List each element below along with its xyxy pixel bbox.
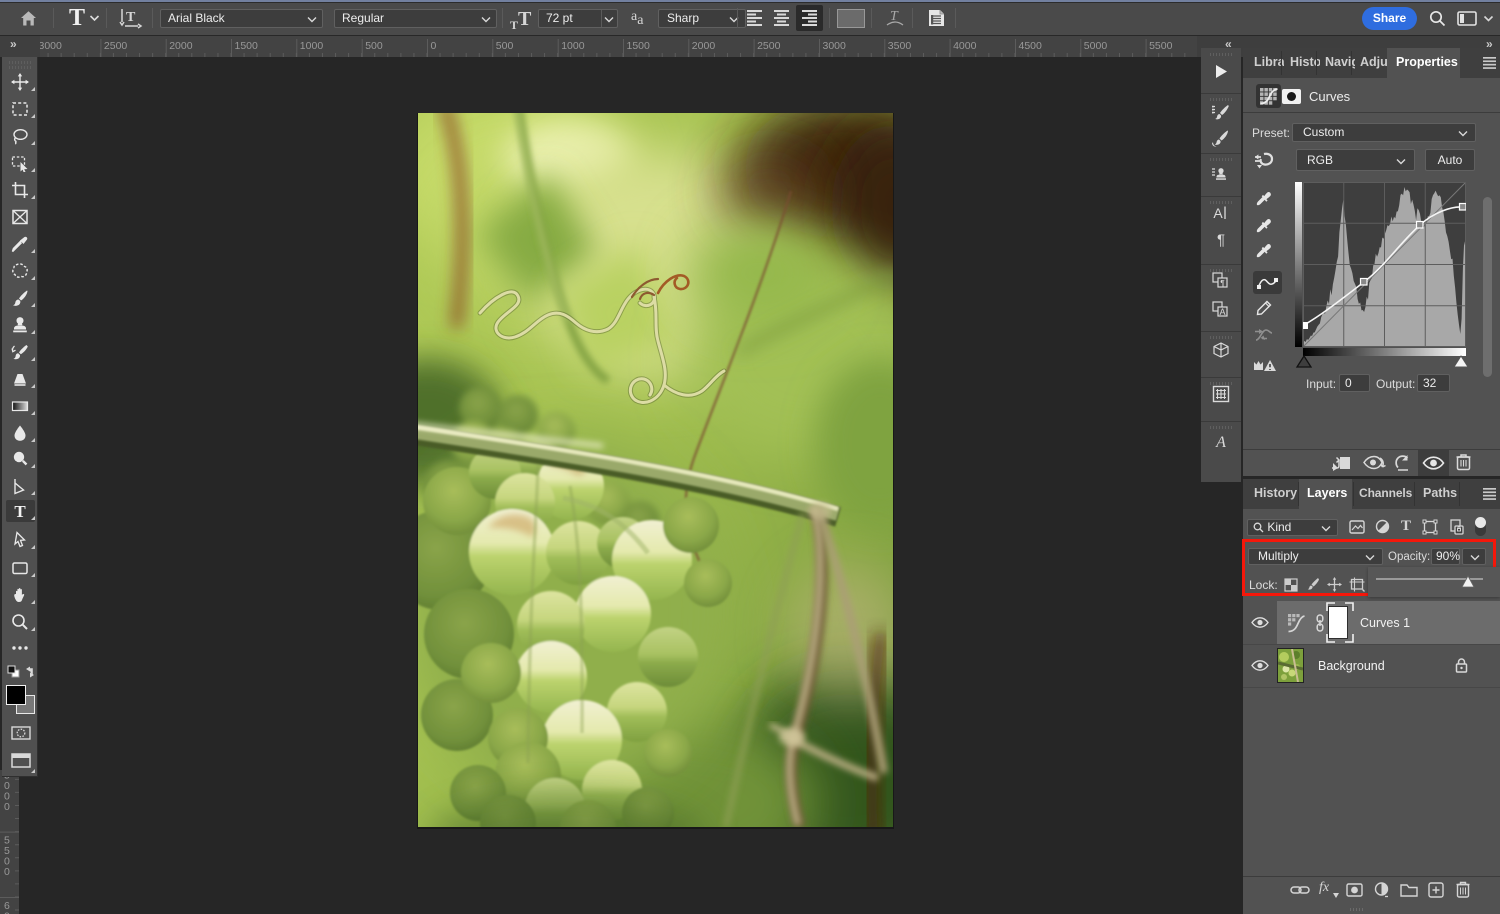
svg-text:0: 0 bbox=[431, 40, 437, 52]
svg-text:3000: 3000 bbox=[823, 40, 847, 52]
svg-text:A: A bbox=[1219, 307, 1225, 317]
svg-text:3500: 3500 bbox=[888, 40, 912, 52]
svg-text:5500: 5500 bbox=[1149, 40, 1173, 52]
svg-text:2000: 2000 bbox=[169, 40, 193, 52]
svg-text:0: 0 bbox=[4, 866, 10, 878]
svg-text:0: 0 bbox=[4, 801, 10, 813]
svg-text:0: 0 bbox=[4, 911, 10, 914]
svg-text:3000: 3000 bbox=[40, 40, 62, 52]
svg-text:¶: ¶ bbox=[1220, 278, 1225, 288]
svg-text:1000: 1000 bbox=[300, 40, 324, 52]
svg-text:500: 500 bbox=[365, 40, 383, 52]
svg-text:A: A bbox=[1213, 205, 1223, 221]
svg-text:¶: ¶ bbox=[1217, 232, 1225, 249]
svg-text:T: T bbox=[14, 502, 26, 520]
svg-text:T: T bbox=[126, 10, 136, 25]
svg-text:2000: 2000 bbox=[692, 40, 716, 52]
svg-text:1500: 1500 bbox=[627, 40, 651, 52]
svg-text:2500: 2500 bbox=[104, 40, 128, 52]
svg-text:1000: 1000 bbox=[561, 40, 585, 52]
svg-text:A: A bbox=[1215, 434, 1226, 451]
svg-text:5000: 5000 bbox=[1084, 40, 1108, 52]
svg-text:4500: 4500 bbox=[1019, 40, 1043, 52]
svg-text:1500: 1500 bbox=[235, 40, 259, 52]
svg-text:2500: 2500 bbox=[757, 40, 781, 52]
svg-text:4000: 4000 bbox=[953, 40, 977, 52]
svg-text:500: 500 bbox=[496, 40, 514, 52]
